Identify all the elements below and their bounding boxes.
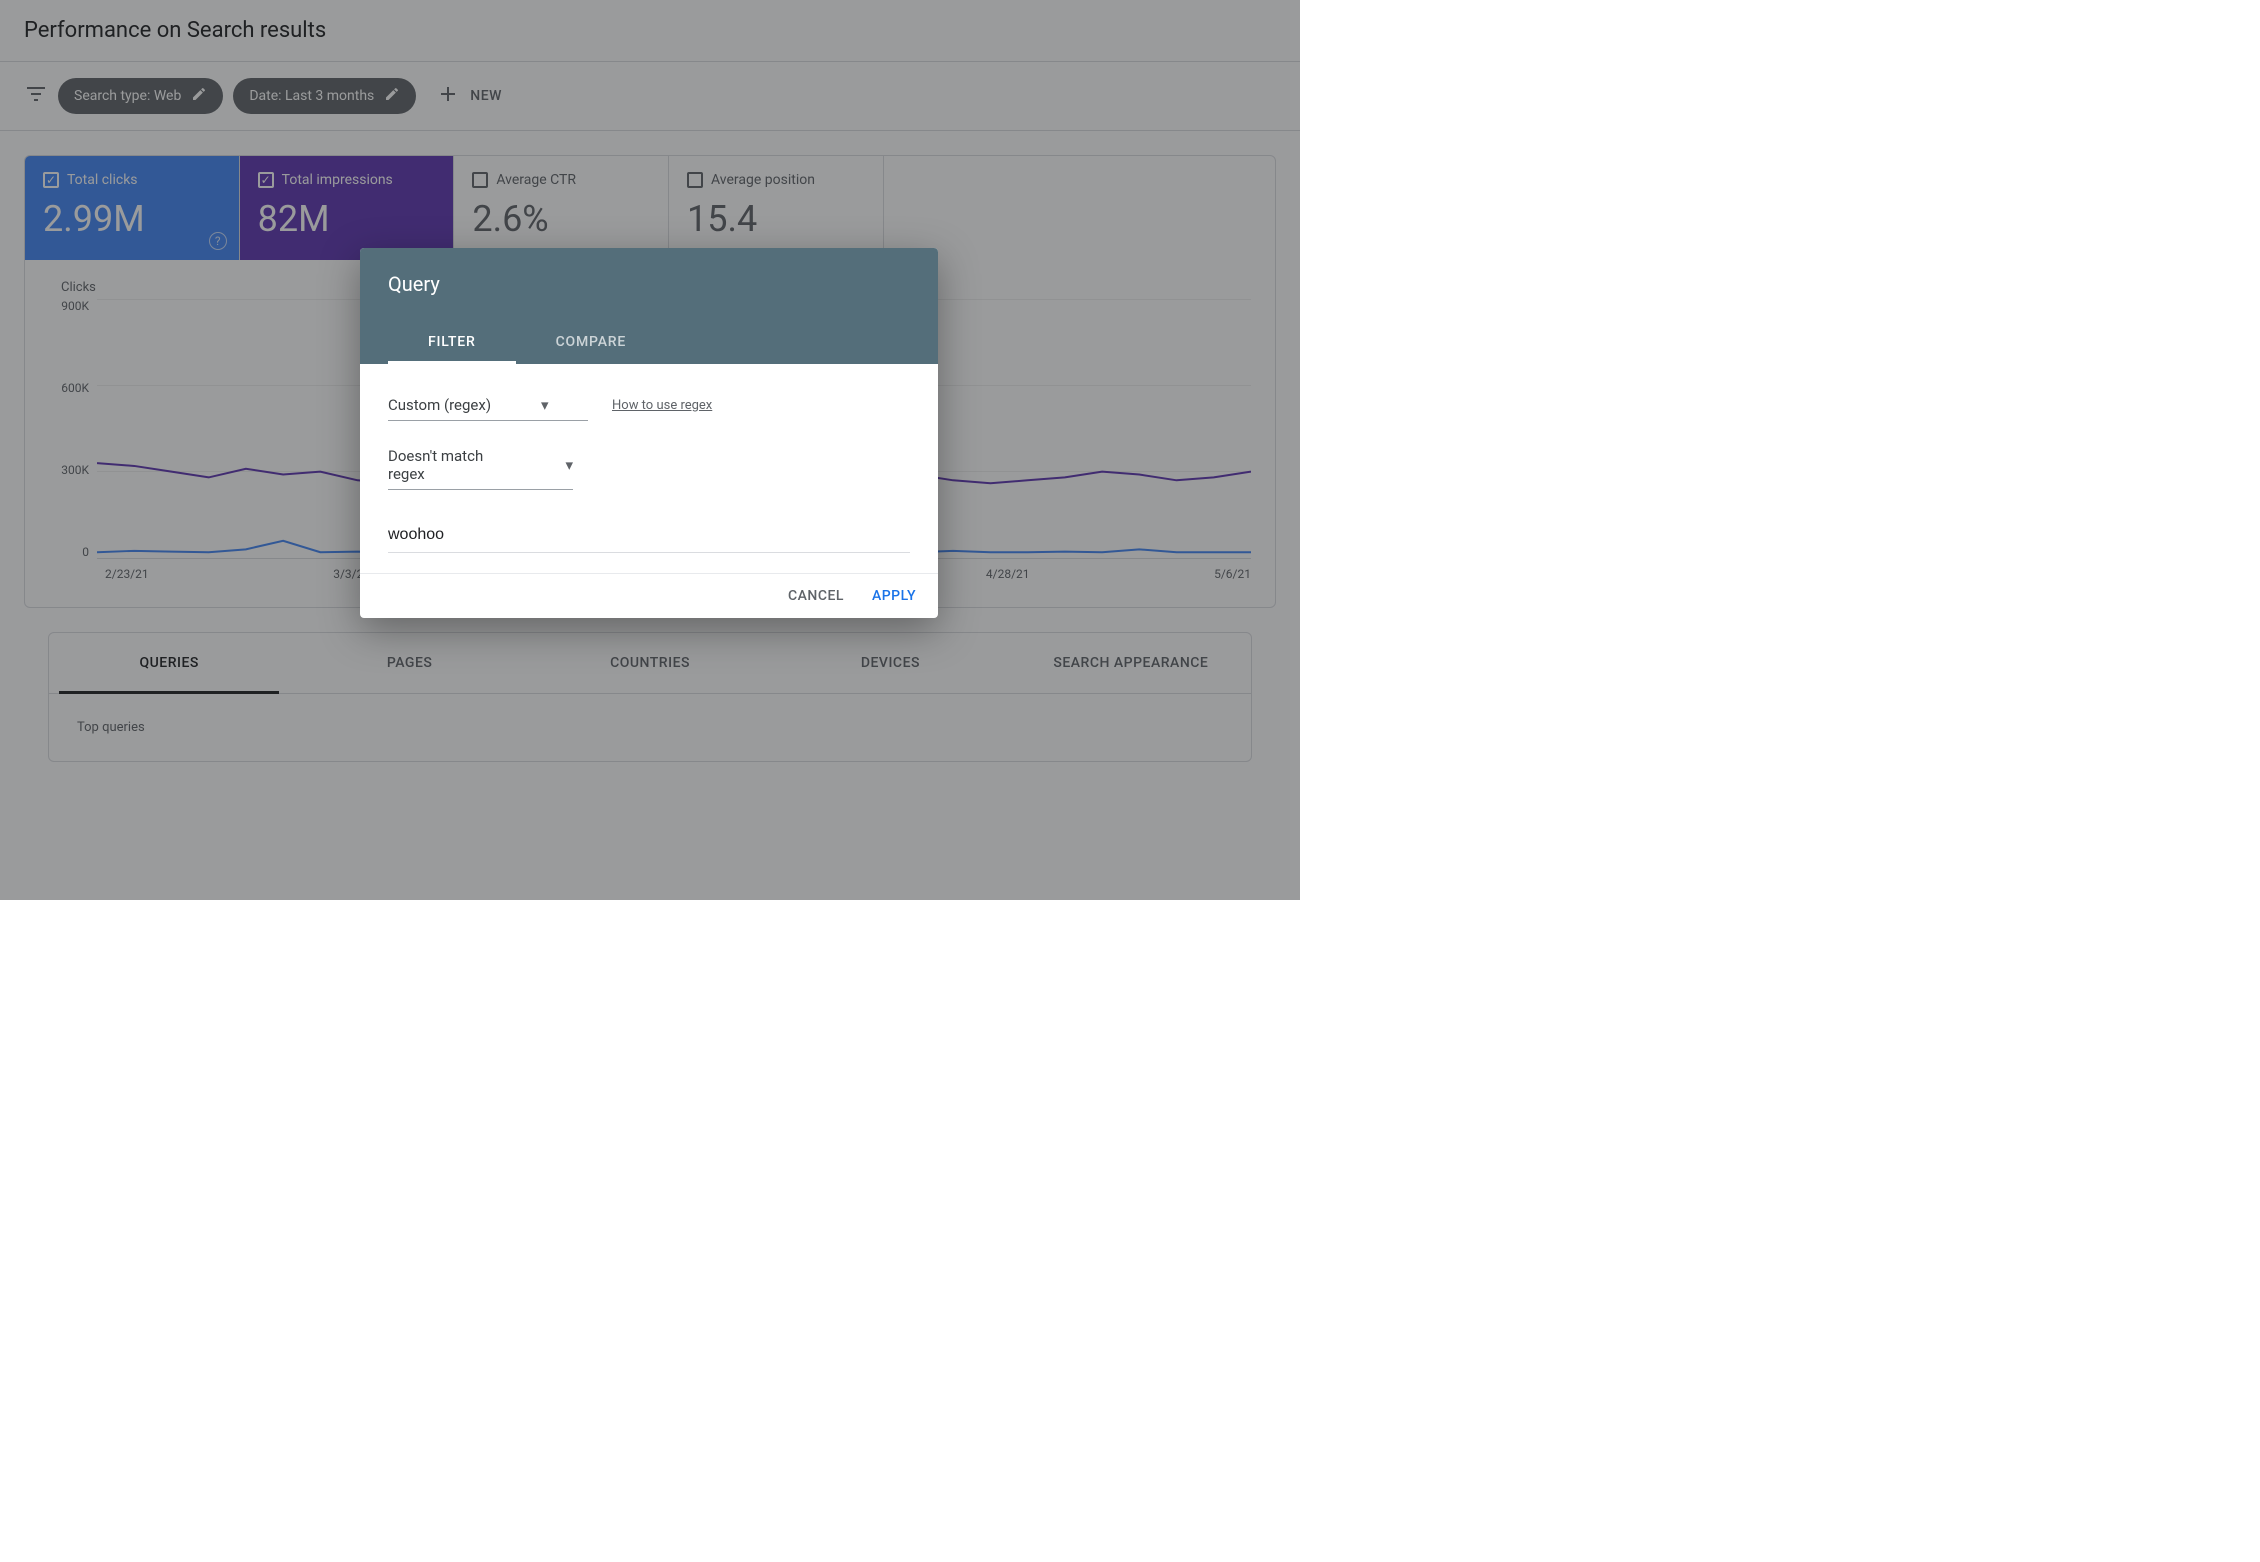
select-match-type-label: Doesn't match regex xyxy=(388,447,515,483)
caret-down-icon: ▾ xyxy=(541,396,549,414)
caret-down-icon: ▾ xyxy=(565,456,573,474)
dialog-tab-compare[interactable]: COMPARE xyxy=(516,320,667,364)
apply-button[interactable]: APPLY xyxy=(872,588,916,604)
regex-help-link[interactable]: How to use regex xyxy=(612,398,712,413)
dialog-tab-filter[interactable]: FILTER xyxy=(388,320,516,364)
query-dialog: Query FILTER COMPARE Custom (regex) ▾ Ho… xyxy=(360,248,938,618)
cancel-button[interactable]: CANCEL xyxy=(788,588,844,604)
dialog-title: Query xyxy=(388,272,910,296)
select-filter-mode-label: Custom (regex) xyxy=(388,396,491,414)
select-filter-mode[interactable]: Custom (regex) ▾ xyxy=(388,390,588,421)
regex-input[interactable] xyxy=(388,518,910,553)
select-match-type[interactable]: Doesn't match regex ▾ xyxy=(388,441,573,490)
